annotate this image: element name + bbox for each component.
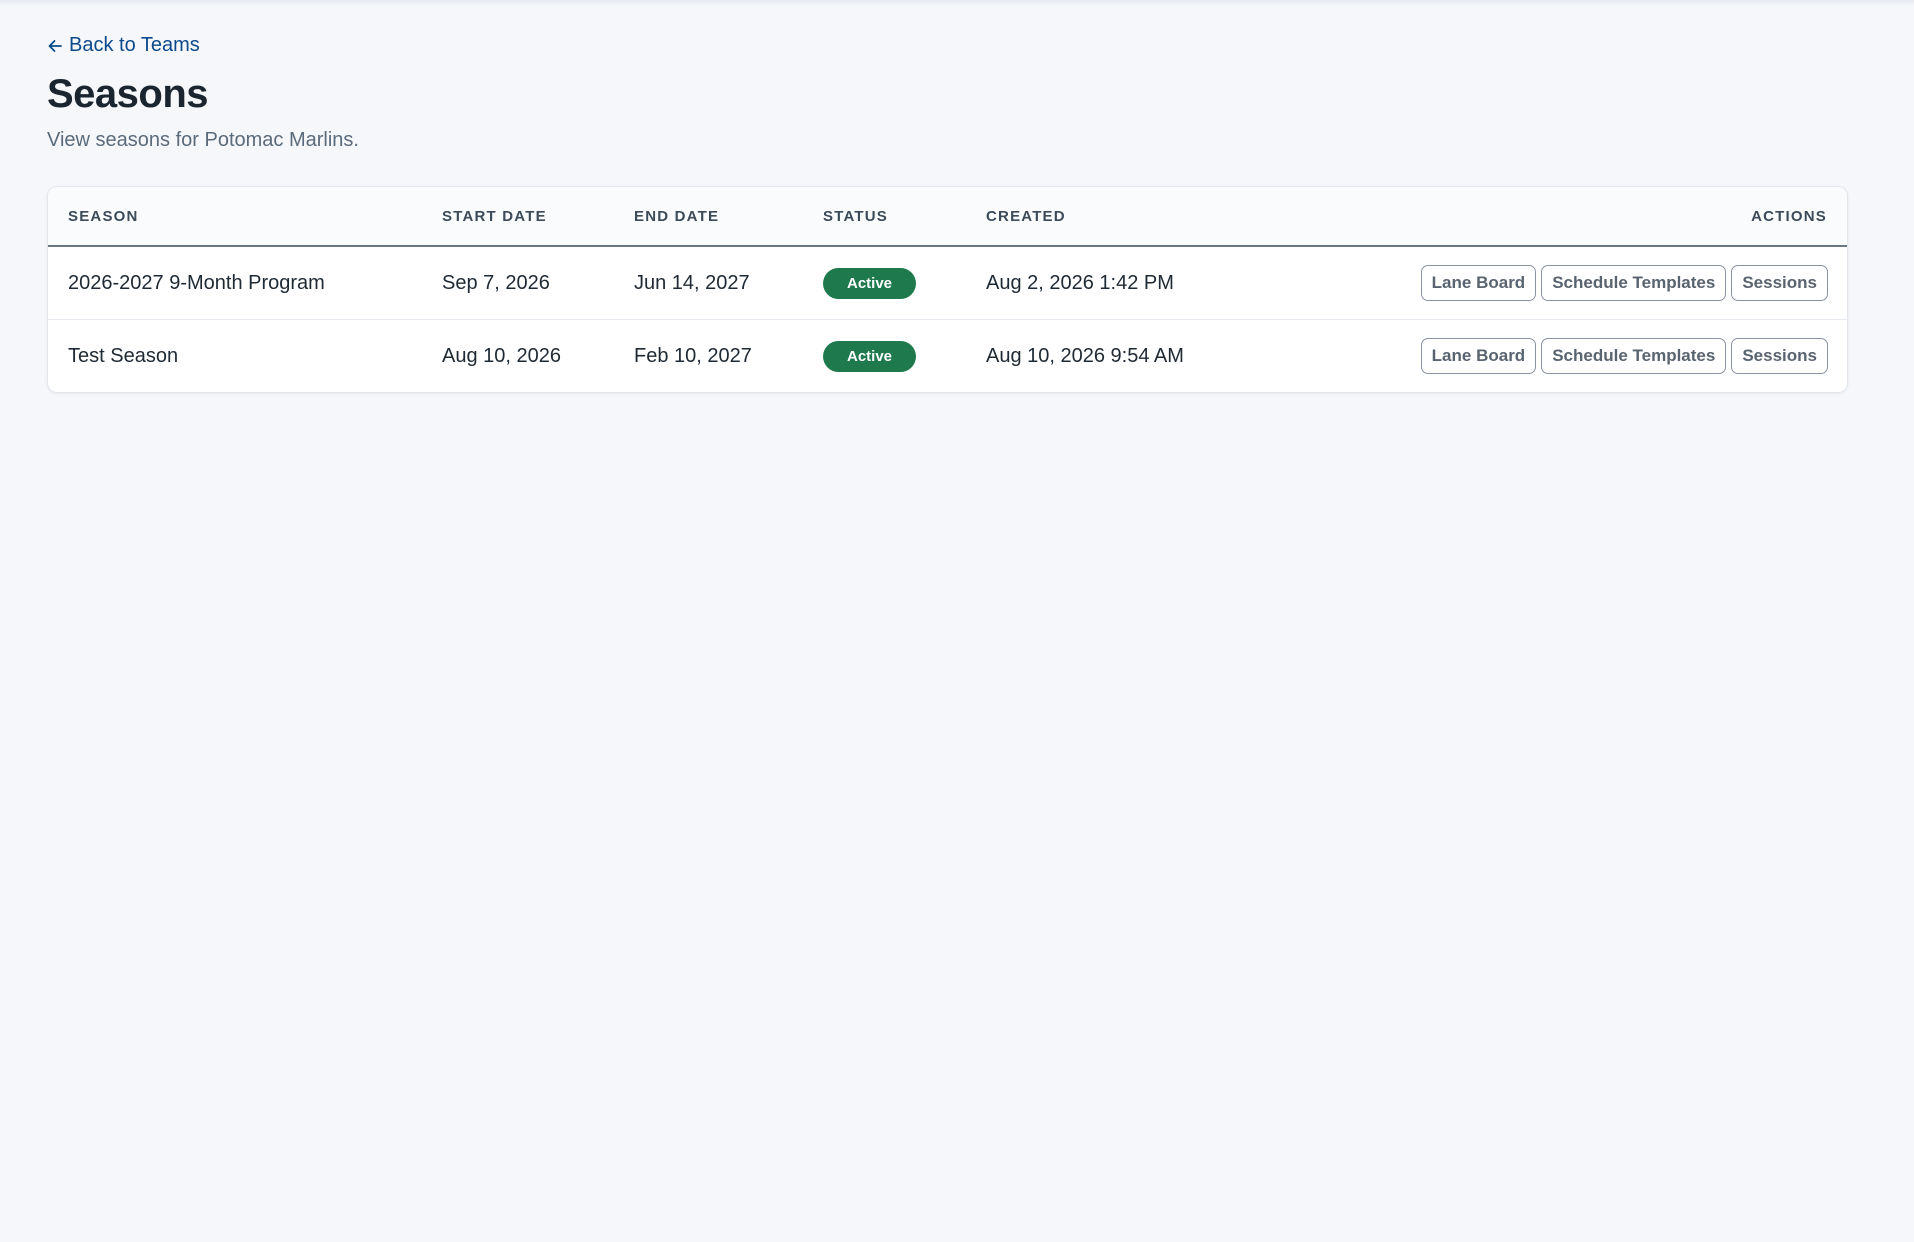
start-date: Aug 10, 2026 xyxy=(442,344,561,367)
seasons-table-card: SEASON START DATE END DATE STATUS CREATE… xyxy=(47,186,1848,393)
season-name: Test Season xyxy=(68,344,179,367)
table-header-row: SEASON START DATE END DATE STATUS CREATE… xyxy=(48,187,1847,247)
column-header-status: STATUS xyxy=(803,187,966,247)
lane-board-button[interactable]: Lane Board xyxy=(1420,338,1537,374)
created-date: Aug 10, 2026 9:54 AM xyxy=(986,344,1184,367)
column-header-end-date: END DATE xyxy=(614,187,803,247)
table-row: Test Season Aug 10, 2026 Feb 10, 2027 Ac… xyxy=(48,320,1847,393)
end-date: Jun 14, 2027 xyxy=(614,246,803,320)
lane-board-button[interactable]: Lane Board xyxy=(1420,265,1537,301)
column-header-created: CREATED xyxy=(966,187,1346,247)
sessions-button[interactable]: Sessions xyxy=(1731,265,1828,301)
status-cell: Active xyxy=(803,246,966,320)
created-date: Aug 2, 2026 1:42 PM xyxy=(966,246,1346,320)
page-subtitle: View seasons for Potomac Marlins. xyxy=(47,129,359,151)
status-cell: Active xyxy=(803,320,966,393)
status-badge: Active xyxy=(823,267,917,299)
column-header-season: SEASON xyxy=(48,187,422,247)
page-title: Seasons xyxy=(47,72,209,116)
back-link-label: Back to Teams xyxy=(69,34,200,56)
back-to-teams-link[interactable]: Back to Teams xyxy=(47,34,200,57)
schedule-templates-button[interactable]: Schedule Templates xyxy=(1541,338,1727,374)
start-date: Sep 7, 2026 xyxy=(422,246,614,320)
table-row: 2026-2027 9-Month Program Sep 7, 2026 Ju… xyxy=(48,246,1847,320)
seasons-table: SEASON START DATE END DATE STATUS CREATE… xyxy=(48,187,1847,392)
sessions-button[interactable]: Sessions xyxy=(1731,338,1828,374)
actions-cell: Lane Board Schedule Templates Sessions xyxy=(1346,320,1847,393)
status-badge: Active xyxy=(823,340,917,372)
column-header-actions: ACTIONS xyxy=(1346,187,1847,247)
top-shadow xyxy=(0,0,1914,6)
arrow-left-icon xyxy=(47,38,63,54)
schedule-templates-button[interactable]: Schedule Templates xyxy=(1541,265,1727,301)
season-name: 2026-2027 9-Month Program xyxy=(48,246,422,320)
actions-cell: Lane Board Schedule Templates Sessions xyxy=(1346,246,1847,320)
end-date: Feb 10, 2027 xyxy=(634,344,752,367)
column-header-start-date: START DATE xyxy=(422,187,614,247)
